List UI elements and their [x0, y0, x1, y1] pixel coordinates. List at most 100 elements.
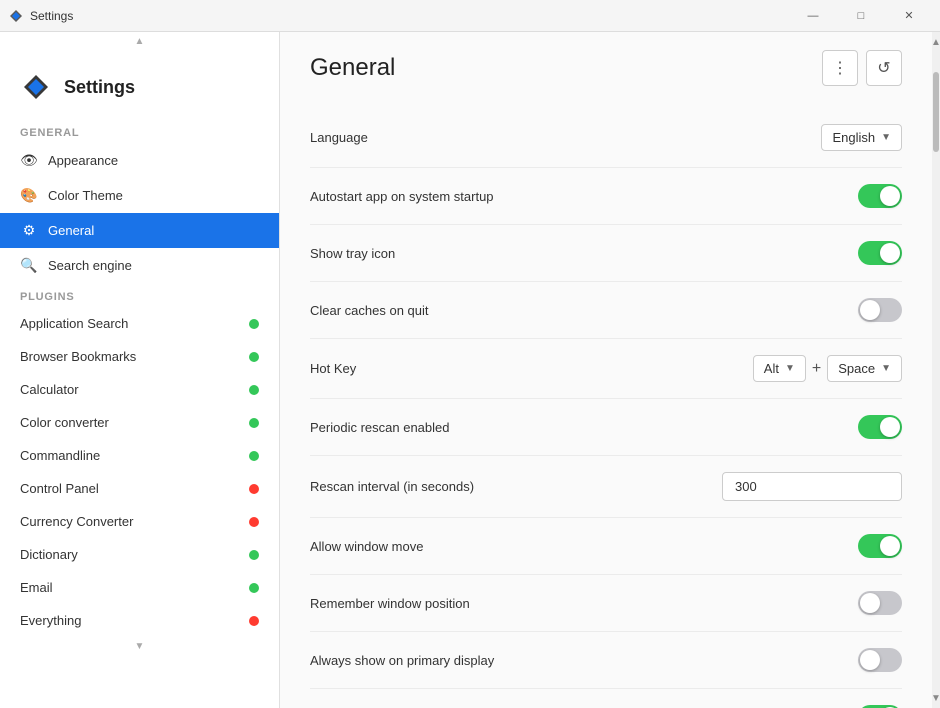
sidebar-scroll-up[interactable]: ▲	[0, 32, 279, 51]
close-button[interactable]: ✕	[886, 1, 932, 31]
sidebar-item-control-panel[interactable]: Control Panel	[0, 472, 279, 505]
sidebar-item-general[interactable]: ⚙ General	[0, 213, 279, 248]
status-dot-email	[249, 583, 259, 593]
setting-row-periodic-rescan: Periodic rescan enabled	[310, 399, 902, 456]
sidebar-label-appearance: Appearance	[48, 153, 259, 168]
sidebar-app-title: Settings	[64, 77, 135, 98]
sidebar-item-commandline[interactable]: Commandline	[0, 439, 279, 472]
sidebar-item-application-search[interactable]: Application Search	[0, 307, 279, 340]
window-title: Settings	[30, 9, 73, 23]
hotkey-label: Hot Key	[310, 361, 356, 376]
sidebar-item-everything[interactable]: Everything	[0, 604, 279, 637]
rescan-interval-label: Rescan interval (in seconds)	[310, 479, 474, 494]
section-label-general: GENERAL	[0, 119, 279, 143]
sidebar-label-control-panel: Control Panel	[20, 481, 239, 496]
sidebar-item-calculator[interactable]: Calculator	[0, 373, 279, 406]
sidebar-item-currency-converter[interactable]: Currency Converter	[0, 505, 279, 538]
header-actions: ⋮ ↺	[822, 50, 902, 86]
periodic-rescan-toggle[interactable]	[858, 415, 902, 439]
reset-button[interactable]: ↺	[866, 50, 902, 86]
status-dot-browser-bookmarks	[249, 352, 259, 362]
setting-row-always-show-primary: Always show on primary display	[310, 632, 902, 689]
sidebar-logo-icon	[20, 71, 52, 103]
color-theme-icon: 🎨	[20, 187, 38, 204]
language-value: English	[832, 130, 875, 145]
sidebar-item-dictionary[interactable]: Dictionary	[0, 538, 279, 571]
minimize-button[interactable]: —	[790, 1, 836, 31]
scroll-down-button[interactable]: ▼	[932, 688, 940, 708]
status-dot-currency-converter	[249, 517, 259, 527]
always-show-primary-toggle[interactable]	[858, 648, 902, 672]
hotkey-plus-icon: +	[812, 360, 821, 378]
maximize-button[interactable]: □	[838, 1, 884, 31]
language-dropdown[interactable]: English ▼	[821, 124, 902, 151]
setting-row-log-execution: Log execution	[310, 689, 902, 708]
sidebar-item-search-engine[interactable]: 🔍 Search engine	[0, 248, 279, 283]
clear-caches-label: Clear caches on quit	[310, 303, 429, 318]
scroll-thumb[interactable]	[933, 72, 939, 152]
scroll-track	[932, 52, 940, 688]
sidebar-item-color-converter[interactable]: Color converter	[0, 406, 279, 439]
hotkey-key2-arrow-icon: ▼	[881, 363, 891, 374]
sidebar-item-color-theme[interactable]: 🎨 Color Theme	[0, 178, 279, 213]
remember-window-position-label: Remember window position	[310, 596, 470, 611]
title-bar: Settings — □ ✕	[0, 0, 940, 32]
hotkey-control: Alt ▼ + Space ▼	[753, 355, 902, 382]
setting-row-clear-caches: Clear caches on quit	[310, 282, 902, 339]
sidebar-label-search-engine: Search engine	[48, 258, 259, 273]
sidebar-label-general: General	[48, 223, 259, 238]
periodic-rescan-control	[858, 415, 902, 439]
section-label-plugins: PLUGINS	[0, 283, 279, 307]
periodic-rescan-label: Periodic rescan enabled	[310, 420, 449, 435]
sidebar-label-application-search: Application Search	[20, 316, 239, 331]
sidebar: ▲ Settings GENERAL 👁 Appearance 🎨 Color …	[0, 32, 280, 708]
sidebar-scroll-down[interactable]: ▼	[0, 637, 279, 656]
status-dot-commandline	[249, 451, 259, 461]
setting-row-remember-window-position: Remember window position	[310, 575, 902, 632]
app-container: ▲ Settings GENERAL 👁 Appearance 🎨 Color …	[0, 32, 940, 708]
sidebar-item-browser-bookmarks[interactable]: Browser Bookmarks	[0, 340, 279, 373]
sidebar-item-email[interactable]: Email	[0, 571, 279, 604]
setting-row-hotkey: Hot Key Alt ▼ + Space ▼	[310, 339, 902, 399]
autostart-label: Autostart app on system startup	[310, 189, 494, 204]
autostart-toggle[interactable]	[858, 184, 902, 208]
clear-caches-toggle[interactable]	[858, 298, 902, 322]
main-header: General ⋮ ↺	[280, 32, 932, 98]
hotkey-key1-value: Alt	[764, 361, 779, 376]
general-icon: ⚙	[20, 222, 38, 239]
title-bar-left: Settings	[8, 8, 73, 24]
window-controls: — □ ✕	[790, 1, 932, 31]
more-options-button[interactable]: ⋮	[822, 50, 858, 86]
show-tray-icon-toggle[interactable]	[858, 241, 902, 265]
clear-caches-control	[858, 298, 902, 322]
hotkey-key2-dropdown[interactable]: Space ▼	[827, 355, 902, 382]
search-engine-icon: 🔍	[20, 257, 38, 274]
show-tray-icon-control	[858, 241, 902, 265]
sidebar-label-dictionary: Dictionary	[20, 547, 239, 562]
appearance-icon: 👁	[20, 152, 38, 169]
setting-row-rescan-interval: Rescan interval (in seconds)	[310, 456, 902, 518]
setting-row-allow-window-move: Allow window move	[310, 518, 902, 575]
status-dot-dictionary	[249, 550, 259, 560]
autostart-control	[858, 184, 902, 208]
main-scrollbar: ▲ ▼	[932, 32, 940, 708]
sidebar-label-currency-converter: Currency Converter	[20, 514, 239, 529]
rescan-interval-input[interactable]	[722, 472, 902, 501]
allow-window-move-toggle[interactable]	[858, 534, 902, 558]
allow-window-move-label: Allow window move	[310, 539, 423, 554]
status-dot-color-converter	[249, 418, 259, 428]
rescan-interval-control	[722, 472, 902, 501]
hotkey-key1-dropdown[interactable]: Alt ▼	[753, 355, 806, 382]
setting-row-autostart: Autostart app on system startup	[310, 168, 902, 225]
settings-scroll-area: Language English ▼ Autostart app on syst…	[280, 98, 932, 708]
always-show-primary-control	[858, 648, 902, 672]
sidebar-item-appearance[interactable]: 👁 Appearance	[0, 143, 279, 178]
scroll-up-button[interactable]: ▲	[932, 32, 940, 52]
remember-window-position-control	[858, 591, 902, 615]
hotkey-key2-value: Space	[838, 361, 875, 376]
sidebar-label-color-theme: Color Theme	[48, 188, 259, 203]
app-logo-icon	[8, 8, 24, 24]
remember-window-position-toggle[interactable]	[858, 591, 902, 615]
language-dropdown-arrow-icon: ▼	[881, 132, 891, 143]
sidebar-label-calculator: Calculator	[20, 382, 239, 397]
